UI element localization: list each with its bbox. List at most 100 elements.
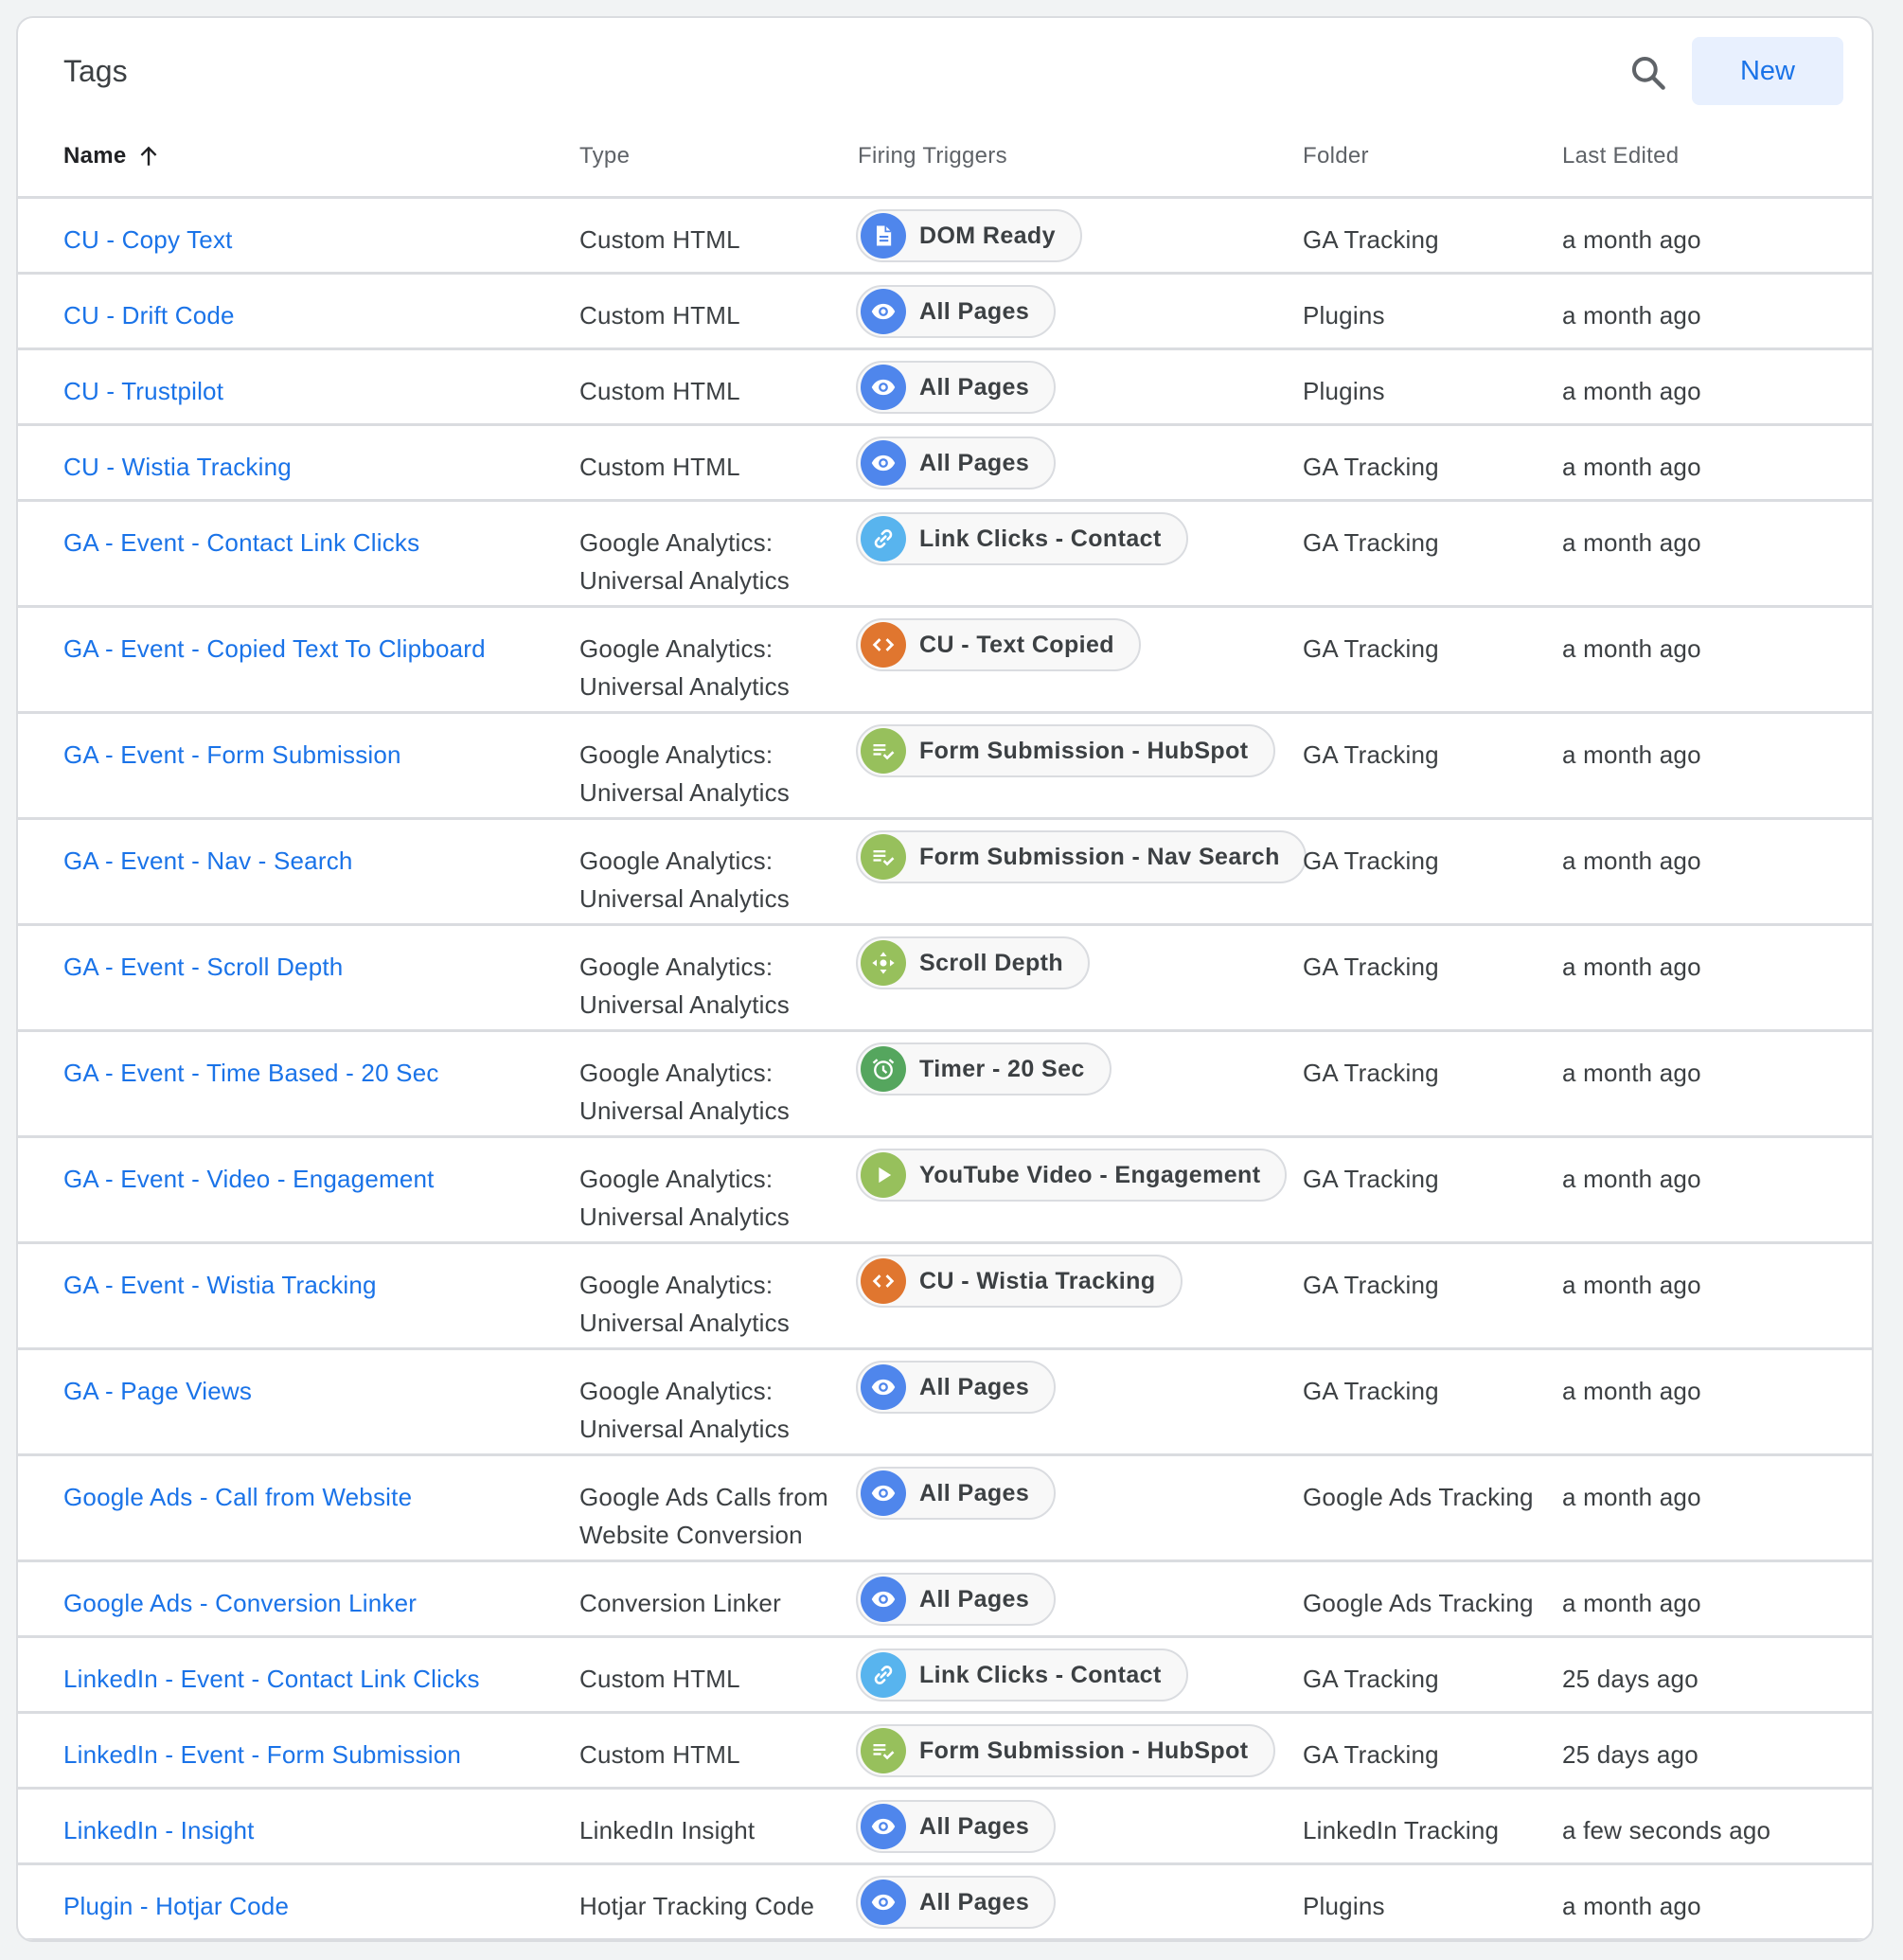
trigger-label: All Pages <box>919 1812 1030 1840</box>
tag-name-link[interactable]: CU - Copy Text <box>63 221 233 258</box>
tag-type: Google Analytics: Universal Analytics <box>579 1054 854 1130</box>
tag-name-link[interactable]: GA - Page Views <box>63 1372 252 1410</box>
trigger-chip[interactable]: Link Clicks - Contact <box>856 512 1188 565</box>
trigger-chip[interactable]: CU - Text Copied <box>856 618 1141 671</box>
trigger-label: CU - Wistia Tracking <box>919 1267 1156 1294</box>
tag-type: Conversion Linker <box>579 1584 854 1622</box>
trigger-chip[interactable]: DOM Ready <box>856 209 1082 262</box>
tag-type-line: Custom HTML <box>579 377 740 405</box>
trigger-chip[interactable]: All Pages <box>856 1573 1057 1626</box>
trigger-chip[interactable]: Timer - 20 Sec <box>856 1042 1112 1096</box>
tag-name-link[interactable]: CU - Drift Code <box>63 296 235 334</box>
link-icon <box>861 1652 906 1698</box>
table-row[interactable]: GA - Event - Contact Link Clicks Google … <box>18 502 1872 608</box>
tag-type: Google Analytics: Universal Analytics <box>579 736 854 811</box>
trigger-label: All Pages <box>919 1373 1030 1400</box>
play-icon <box>861 1152 906 1198</box>
table-row[interactable]: GA - Page Views Google Analytics: Univers… <box>18 1350 1872 1456</box>
tag-last-edited: a month ago <box>1562 846 1701 875</box>
table-row[interactable]: LinkedIn - Event - Contact Link Clicks C… <box>18 1638 1872 1714</box>
tag-name-link[interactable]: GA - Event - Video - Engagement <box>63 1160 435 1198</box>
tag-folder: GA Tracking <box>1303 740 1439 769</box>
tag-name-link[interactable]: Google Ads - Call from Website <box>63 1478 412 1516</box>
tag-name-link[interactable]: LinkedIn - Insight <box>63 1811 255 1849</box>
tag-type: Custom HTML <box>579 1736 854 1773</box>
tag-type: LinkedIn Insight <box>579 1811 854 1849</box>
trigger-chip[interactable]: Form Submission - HubSpot <box>856 724 1275 777</box>
search-button[interactable] <box>1627 52 1669 94</box>
trigger-chip[interactable]: Link Clicks - Contact <box>856 1648 1188 1702</box>
trigger-chip[interactable]: All Pages <box>856 437 1057 490</box>
tag-last-edited: 25 days ago <box>1562 1740 1698 1769</box>
tag-last-edited: a month ago <box>1562 1892 1701 1920</box>
table-row[interactable]: GA - Event - Copied Text To Clipboard Go… <box>18 608 1872 714</box>
table-row[interactable]: GA - Event - Nav - Search Google Analyti… <box>18 820 1872 926</box>
table-row[interactable]: LinkedIn - Event - Form Submission Custo… <box>18 1714 1872 1790</box>
trigger-label: DOM Ready <box>919 222 1056 249</box>
tag-folder: GA Tracking <box>1303 453 1439 481</box>
tag-name-link[interactable]: GA - Event - Time Based - 20 Sec <box>63 1054 439 1092</box>
tag-type: Google Analytics: Universal Analytics <box>579 1372 854 1448</box>
table-row[interactable]: CU - Copy Text Custom HTML DOM Ready GA … <box>18 199 1872 275</box>
trigger-chip[interactable]: Scroll Depth <box>856 936 1091 989</box>
tag-name-link[interactable]: GA - Event - Contact Link Clicks <box>63 524 419 561</box>
column-header-type[interactable]: Type <box>579 143 630 169</box>
table-row[interactable]: GA - Event - Scroll Depth Google Analyti… <box>18 926 1872 1032</box>
tag-type-line: Google Analytics: <box>579 846 774 875</box>
tag-last-edited: a month ago <box>1562 740 1701 769</box>
column-header-folder[interactable]: Folder <box>1303 143 1369 169</box>
tag-name-link[interactable]: CU - Wistia Tracking <box>63 448 292 486</box>
table-row[interactable]: GA - Event - Video - Engagement Google A… <box>18 1138 1872 1244</box>
tag-folder: GA Tracking <box>1303 225 1439 254</box>
tag-name-link[interactable]: CU - Trustpilot <box>63 372 223 410</box>
tag-type: Google Analytics: Universal Analytics <box>579 948 854 1024</box>
tag-type: Custom HTML <box>579 296 854 334</box>
tag-name-link[interactable]: GA - Event - Wistia Tracking <box>63 1266 377 1304</box>
table-row[interactable]: Google Ads - Call from Website Google Ad… <box>18 1456 1872 1562</box>
table-row[interactable]: LinkedIn - Insight LinkedIn Insight All … <box>18 1790 1872 1865</box>
trigger-chip[interactable]: All Pages <box>856 285 1057 338</box>
trigger-chip[interactable]: All Pages <box>856 1361 1057 1414</box>
tag-name-link[interactable]: GA - Event - Form Submission <box>63 736 401 774</box>
table-row[interactable]: GA - Event - Time Based - 20 Sec Google … <box>18 1032 1872 1138</box>
column-header-name[interactable]: Name <box>63 143 161 169</box>
trigger-chip[interactable]: All Pages <box>856 1876 1057 1929</box>
table-row[interactable]: GA - Event - Form Submission Google Anal… <box>18 714 1872 820</box>
table-row[interactable]: Plugin - Hotjar Code Hotjar Tracking Cod… <box>18 1865 1872 1940</box>
trigger-chip[interactable]: CU - Wistia Tracking <box>856 1255 1183 1308</box>
table-row[interactable]: Google Ads - Conversion Linker Conversio… <box>18 1562 1872 1638</box>
trigger-label: All Pages <box>919 373 1030 401</box>
tag-name-link[interactable]: Google Ads - Conversion Linker <box>63 1584 417 1622</box>
tag-folder: Plugins <box>1303 377 1385 405</box>
tag-name-link[interactable]: GA - Event - Nav - Search <box>63 842 353 880</box>
column-header-last-edited[interactable]: Last Edited <box>1562 143 1679 169</box>
tag-name-link[interactable]: LinkedIn - Event - Form Submission <box>63 1736 461 1773</box>
trigger-label: All Pages <box>919 297 1030 325</box>
table-row[interactable]: CU - Trustpilot Custom HTML All Pages Pl… <box>18 350 1872 426</box>
form-check-icon <box>861 728 906 774</box>
trigger-chip[interactable]: All Pages <box>856 1467 1057 1520</box>
table-header: Name Type Firing Triggers Folder Last Ed… <box>18 122 1872 199</box>
tag-type-line: Google Analytics: <box>579 1059 774 1087</box>
trigger-chip[interactable]: YouTube Video - Engagement <box>856 1149 1288 1202</box>
trigger-chip[interactable]: All Pages <box>856 1800 1057 1853</box>
trigger-chip[interactable]: All Pages <box>856 361 1057 414</box>
tag-name-link[interactable]: LinkedIn - Event - Contact Link Clicks <box>63 1660 480 1698</box>
tag-name-link[interactable]: Plugin - Hotjar Code <box>63 1887 289 1925</box>
table-row[interactable]: CU - Drift Code Custom HTML All Pages Pl… <box>18 275 1872 350</box>
tag-type-line: Custom HTML <box>579 301 740 330</box>
trigger-chip[interactable]: Form Submission - Nav Search <box>856 830 1307 883</box>
tag-name-link[interactable]: GA - Event - Scroll Depth <box>63 948 343 986</box>
table-row[interactable]: CU - Wistia Tracking Custom HTML All Pag… <box>18 426 1872 502</box>
column-header-firing-triggers[interactable]: Firing Triggers <box>858 143 1007 169</box>
tag-name-link[interactable]: GA - Event - Copied Text To Clipboard <box>63 630 486 668</box>
table-row[interactable]: GA - Event - Wistia Tracking Google Anal… <box>18 1244 1872 1350</box>
tag-last-edited: a month ago <box>1562 1271 1701 1299</box>
tag-type-line: Universal Analytics <box>579 1203 790 1231</box>
trigger-chip[interactable]: Form Submission - HubSpot <box>856 1724 1275 1777</box>
tag-type-line: Universal Analytics <box>579 778 790 807</box>
form-check-icon <box>861 834 906 880</box>
new-tag-button[interactable]: New <box>1692 37 1843 105</box>
arrow-up-icon[interactable] <box>136 144 161 169</box>
tag-last-edited: a few seconds ago <box>1562 1816 1771 1844</box>
